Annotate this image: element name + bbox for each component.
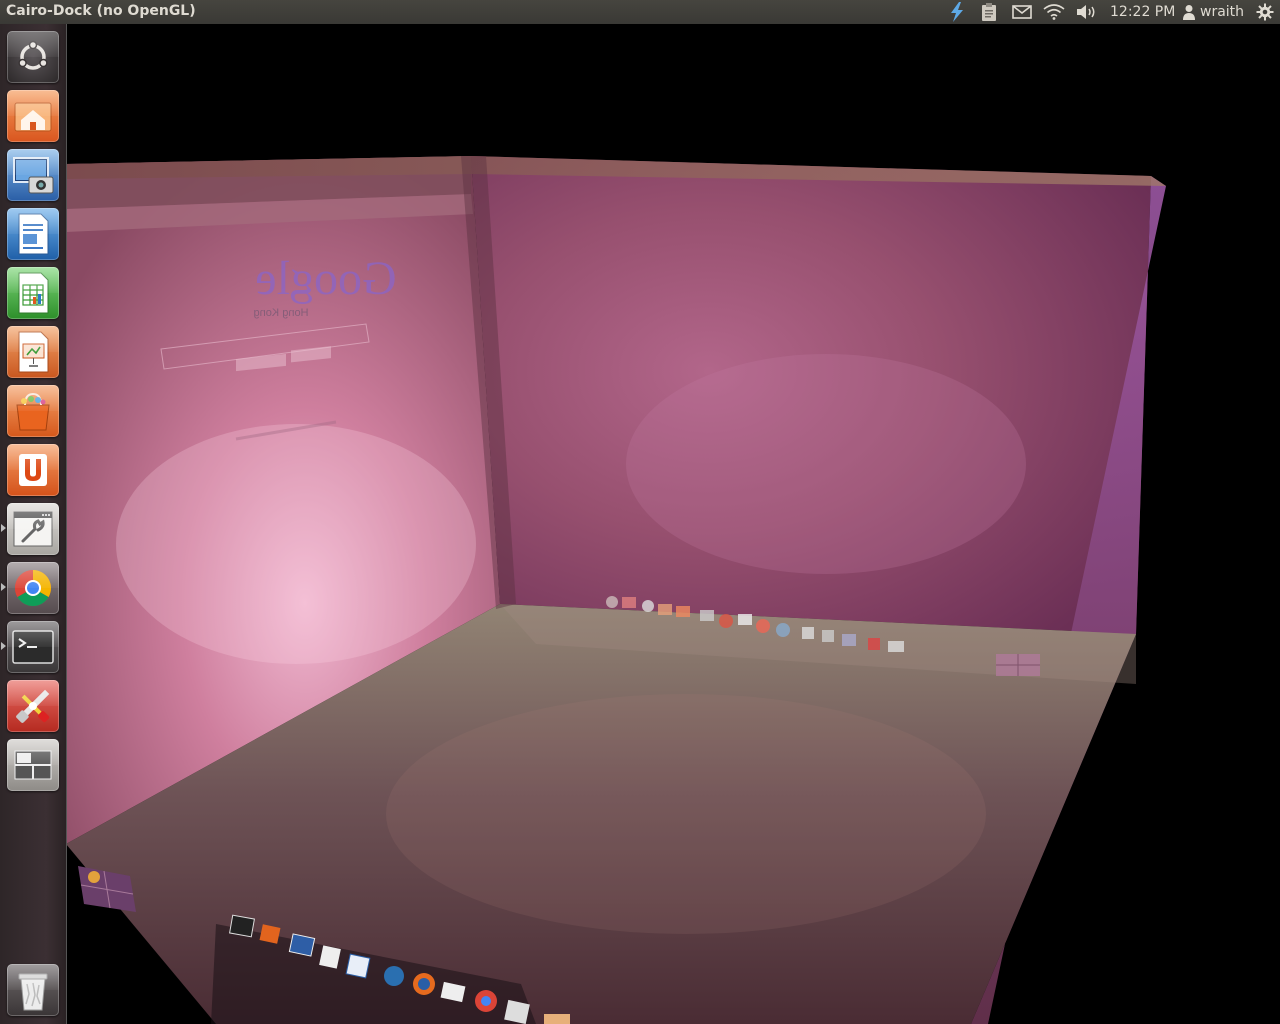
launcher-workspace-switcher-button[interactable] xyxy=(7,739,59,791)
launcher-settings-window-button[interactable] xyxy=(7,503,59,555)
clock[interactable]: 12:22 PM xyxy=(1110,4,1175,20)
mail-icon[interactable] xyxy=(1010,0,1034,24)
launcher-ubuntu-one-button[interactable] xyxy=(7,444,59,496)
launcher-screenshot-button[interactable] xyxy=(7,149,59,201)
google-sublabel: Hong Kong xyxy=(253,307,308,319)
launcher-dash-button[interactable] xyxy=(7,31,59,83)
running-indicator xyxy=(1,524,6,532)
top-panel: Cairo-Dock (no OpenGL) 12:22 PM wraith xyxy=(0,0,1280,24)
launcher xyxy=(0,24,67,1024)
google-logo: Google xyxy=(255,252,396,305)
running-indicator xyxy=(1,583,6,591)
power-gear-icon[interactable] xyxy=(1254,0,1276,24)
running-indicator xyxy=(1,642,6,650)
launcher-terminal-button[interactable] xyxy=(7,621,59,673)
wifi-icon[interactable] xyxy=(1042,0,1066,24)
window-title: Cairo-Dock (no OpenGL) xyxy=(6,3,196,19)
launcher-calc-button[interactable] xyxy=(7,267,59,319)
launcher-impress-button[interactable] xyxy=(7,326,59,378)
volume-icon[interactable] xyxy=(1074,0,1098,24)
launcher-chrome-button[interactable] xyxy=(7,562,59,614)
launcher-software-center-button[interactable] xyxy=(7,385,59,437)
launcher-writer-button[interactable] xyxy=(7,208,59,260)
desktop-cube-scene: Google Hong Kong xyxy=(66,24,1280,1024)
launcher-trash-button[interactable] xyxy=(7,964,59,1016)
clipboard-icon[interactable] xyxy=(977,0,1001,24)
bolt-icon[interactable] xyxy=(946,0,968,24)
user-name[interactable]: wraith xyxy=(1200,4,1244,20)
launcher-system-tools-button[interactable] xyxy=(7,680,59,732)
user-icon[interactable] xyxy=(1180,0,1198,24)
launcher-home-folder-button[interactable] xyxy=(7,90,59,142)
